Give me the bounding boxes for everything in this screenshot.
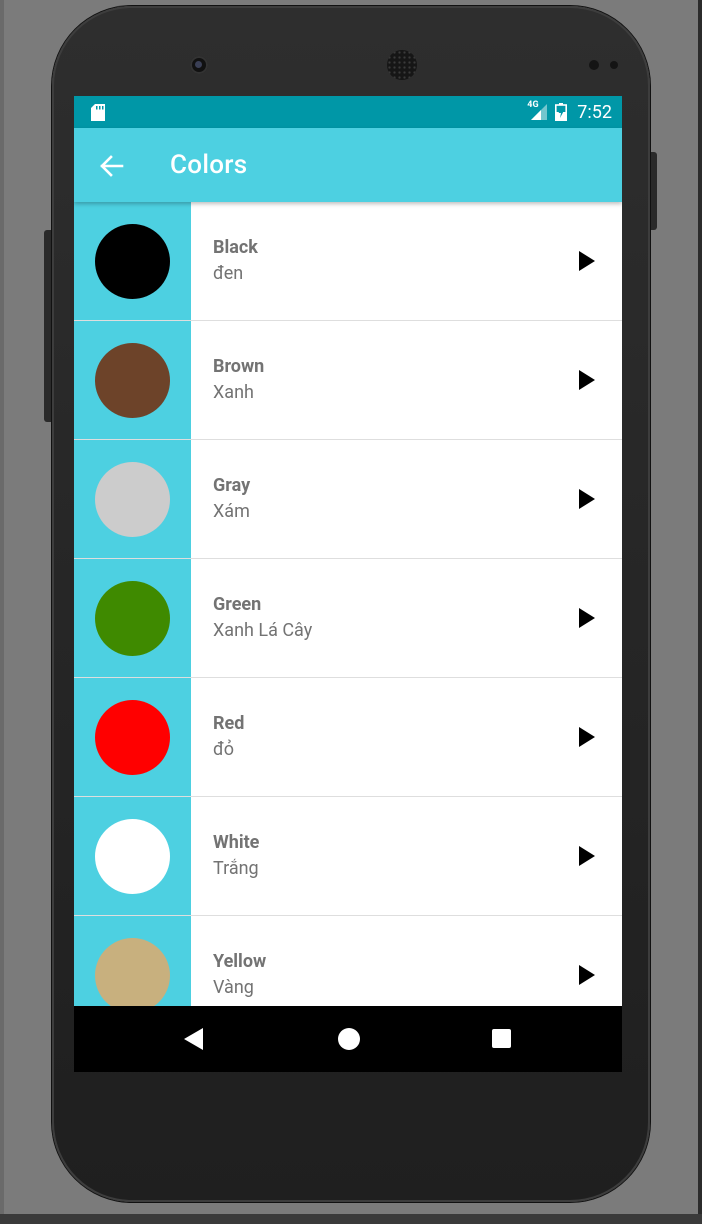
list-item[interactable]: Red đỏ	[74, 678, 622, 797]
swatch-background	[74, 440, 191, 558]
clock: 7:52	[577, 101, 612, 123]
color-name: Green	[213, 594, 262, 615]
signal-4g-icon: 4G	[527, 100, 549, 122]
list-item[interactable]: Gray Xám	[74, 440, 622, 559]
power-button	[650, 152, 657, 230]
system-nav-bar	[74, 1006, 622, 1072]
list-item[interactable]: Green Xanh Lá Cây	[74, 559, 622, 678]
color-translation: đỏ	[213, 739, 235, 760]
proximity-sensor	[589, 60, 599, 70]
device-screen: 4G 7:52 Colors Black đen Brown Xanh Gray…	[74, 96, 622, 1072]
front-camera	[190, 56, 208, 74]
color-name: Red	[213, 713, 245, 734]
swatch-background	[74, 678, 191, 796]
status-right-group: 4G 7:52	[527, 96, 612, 128]
background-edge	[0, 0, 4, 1224]
play-icon[interactable]	[579, 727, 595, 747]
color-swatch	[95, 224, 170, 299]
color-translation: Xanh	[213, 382, 254, 403]
nav-home-icon[interactable]	[338, 1028, 360, 1050]
nav-back-icon[interactable]	[184, 1028, 203, 1050]
color-swatch	[95, 819, 170, 894]
swatch-background	[74, 321, 191, 439]
background-edge-bottom	[0, 1214, 702, 1224]
color-name: Gray	[213, 475, 251, 496]
swatch-background	[74, 202, 191, 320]
nav-recents-icon[interactable]	[492, 1029, 511, 1048]
volume-buttons	[44, 230, 52, 422]
color-name: Yellow	[213, 951, 267, 972]
sd-card-icon	[91, 104, 105, 121]
list-item[interactable]: Black đen	[74, 202, 622, 321]
color-swatch	[95, 462, 170, 537]
app-bar: Colors	[74, 128, 622, 202]
color-name: Black	[213, 237, 258, 258]
color-translation: Trắng	[213, 858, 259, 879]
color-swatch	[95, 938, 170, 1013]
list-item[interactable]: White Trắng	[74, 797, 622, 916]
page-title: Colors	[170, 150, 248, 180]
swatch-background	[74, 559, 191, 677]
light-sensor	[610, 61, 618, 69]
arrow-back-icon[interactable]	[98, 153, 124, 179]
status-bar: 4G 7:52	[74, 96, 622, 128]
color-list: Black đen Brown Xanh Gray Xám Green Xanh…	[74, 202, 622, 1035]
play-icon[interactable]	[579, 608, 595, 628]
background-edge-right	[698, 0, 702, 1224]
battery-charging-icon	[555, 103, 568, 121]
earpiece-speaker	[387, 50, 417, 80]
play-icon[interactable]	[579, 370, 595, 390]
color-swatch	[95, 581, 170, 656]
play-icon[interactable]	[579, 846, 595, 866]
swatch-background	[74, 797, 191, 915]
color-name: Brown	[213, 356, 265, 377]
color-swatch	[95, 343, 170, 418]
color-translation: Vàng	[213, 977, 254, 998]
list-item[interactable]: Brown Xanh	[74, 321, 622, 440]
color-swatch	[95, 700, 170, 775]
color-translation: Xanh Lá Cây	[213, 620, 313, 641]
play-icon[interactable]	[579, 489, 595, 509]
color-translation: đen	[213, 263, 244, 284]
play-icon[interactable]	[579, 251, 595, 271]
color-name: White	[213, 832, 260, 853]
color-translation: Xám	[213, 501, 250, 522]
play-icon[interactable]	[579, 965, 595, 985]
